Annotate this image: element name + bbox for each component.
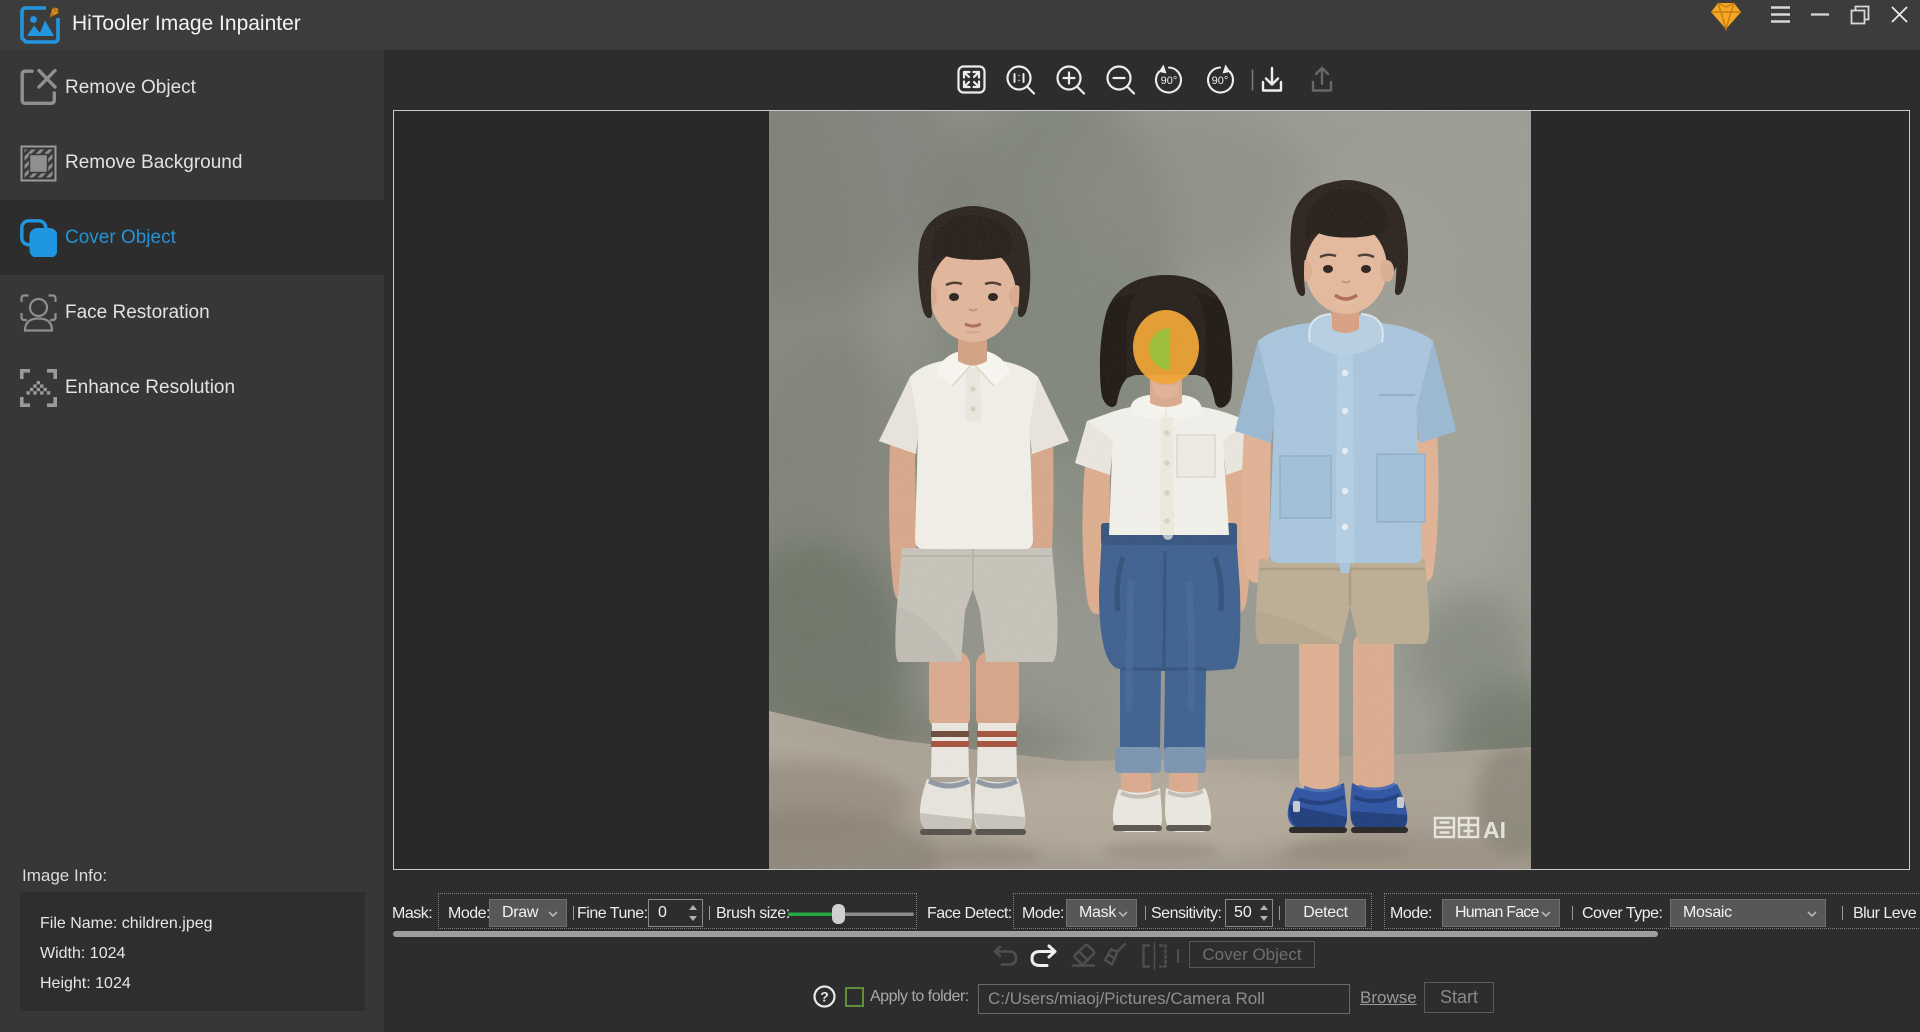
svg-text:90°: 90° [1161, 75, 1178, 87]
svg-text:?: ? [820, 989, 829, 1005]
svg-text:90°: 90° [1212, 75, 1229, 87]
svg-text:AI: AI [1483, 817, 1506, 843]
